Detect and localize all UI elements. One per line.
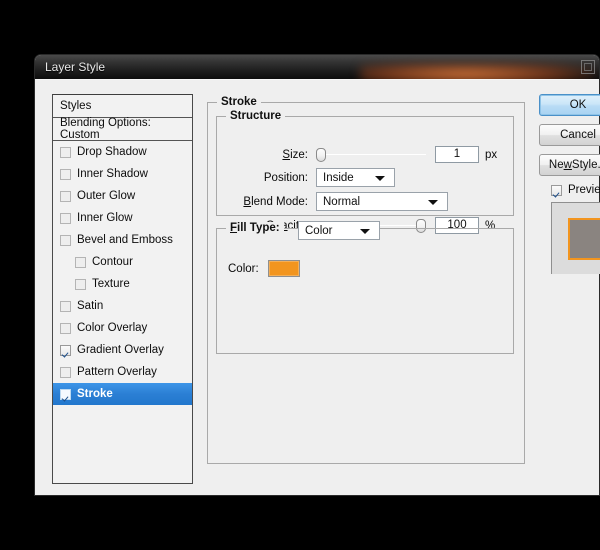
- style-item-label: Inner Shadow: [77, 168, 148, 180]
- styles-header-label: Styles: [60, 100, 92, 112]
- style-item-gradient-overlay[interactable]: Gradient Overlay: [53, 339, 192, 361]
- fill-type-group: Fill Type:: [216, 222, 514, 354]
- layer-style-dialog: Layer Style Styles Blending Options: Cus…: [34, 54, 600, 496]
- dialog-titlebar[interactable]: Layer Style: [35, 55, 599, 79]
- style-item-label: Pattern Overlay: [77, 366, 157, 378]
- style-item-bevel-and-emboss[interactable]: Bevel and Emboss: [53, 229, 192, 251]
- style-item-checkbox[interactable]: [60, 388, 71, 400]
- preview-toggle-row[interactable]: Preview: [551, 184, 600, 196]
- style-item-color-overlay[interactable]: Color Overlay: [53, 317, 192, 339]
- fill-type-dropdown-value: Color: [305, 224, 333, 237]
- blend-mode-row: Blend Mode: Normal: [216, 192, 514, 211]
- style-item-checkbox[interactable]: [60, 190, 71, 202]
- style-item-checkbox[interactable]: [75, 278, 86, 290]
- style-item-contour[interactable]: Contour: [53, 251, 192, 273]
- style-item-label: Drop Shadow: [77, 146, 147, 158]
- size-slider[interactable]: [316, 147, 426, 162]
- style-item-checkbox[interactable]: [60, 212, 71, 224]
- stroke-group-label: Stroke: [217, 96, 261, 108]
- style-item-texture[interactable]: Texture: [53, 273, 192, 295]
- style-item-label: Texture: [92, 278, 130, 290]
- fill-type-group-label: Fill Type:: [226, 222, 284, 234]
- style-item-inner-shadow[interactable]: Inner Shadow: [53, 163, 192, 185]
- blend-mode-label: Blend Mode:: [243, 195, 308, 208]
- size-slider-track: [316, 153, 426, 155]
- style-item-drop-shadow[interactable]: Drop Shadow: [53, 141, 192, 163]
- position-dropdown-value: Inside: [323, 171, 354, 184]
- size-input[interactable]: 1: [435, 146, 479, 163]
- structure-group-label: Structure: [226, 110, 286, 122]
- style-item-outer-glow[interactable]: Outer Glow: [53, 185, 192, 207]
- style-item-pattern-overlay[interactable]: Pattern Overlay: [53, 361, 192, 383]
- styles-list-panel[interactable]: Styles Blending Options: Custom Drop Sha…: [52, 94, 193, 484]
- fill-type-row: Color: [298, 221, 380, 240]
- restore-icon[interactable]: [581, 60, 595, 74]
- style-item-label: Satin: [77, 300, 104, 312]
- styles-list-header-blending[interactable]: Blending Options: Custom: [53, 117, 192, 141]
- style-item-checkbox[interactable]: [75, 256, 86, 268]
- blend-mode-dropdown[interactable]: Normal: [316, 192, 448, 211]
- style-item-checkbox[interactable]: [60, 322, 71, 334]
- position-row: Position: Inside: [216, 168, 514, 187]
- styles-list-items: Drop Shadow Inner Shadow Outer Glow Inner G…: [53, 141, 192, 405]
- chevron-down-icon: [428, 200, 438, 205]
- color-label: Color:: [228, 262, 259, 275]
- color-swatch-button[interactable]: [267, 260, 300, 277]
- style-item-label: Inner Glow: [77, 212, 133, 224]
- effect-preview-thumbnail: [551, 202, 600, 274]
- new-style-button[interactable]: New Style...: [539, 154, 600, 176]
- blend-mode-dropdown-value: Normal: [323, 195, 361, 208]
- style-item-checkbox[interactable]: [60, 366, 71, 378]
- cancel-button[interactable]: Cancel: [539, 124, 600, 146]
- position-dropdown[interactable]: Inside: [316, 168, 395, 187]
- size-unit-label: px: [485, 148, 498, 161]
- style-item-label: Color Overlay: [77, 322, 148, 334]
- style-item-checkbox[interactable]: [60, 168, 71, 180]
- ok-button[interactable]: OK: [539, 94, 600, 116]
- size-row: Size: 1 px: [216, 146, 514, 163]
- effect-options-panel: Stroke Structure Size: 1 px Position: In…: [207, 94, 525, 484]
- style-item-label: Outer Glow: [77, 190, 136, 202]
- styles-list-header-styles[interactable]: Styles: [53, 95, 192, 118]
- style-item-checkbox[interactable]: [60, 300, 71, 312]
- chevron-down-icon: [360, 229, 370, 234]
- style-item-checkbox[interactable]: [60, 344, 71, 356]
- blending-options-label: Blending Options: Custom: [60, 117, 151, 141]
- style-item-label: Stroke: [77, 388, 113, 400]
- style-item-inner-glow[interactable]: Inner Glow: [53, 207, 192, 229]
- color-row: Color:: [228, 260, 300, 277]
- style-item-stroke[interactable]: Stroke: [53, 383, 192, 405]
- dialog-title: Layer Style: [45, 60, 106, 74]
- style-item-checkbox[interactable]: [60, 146, 71, 158]
- dialog-button-column: OK Cancel New Style... Preview: [539, 94, 600, 274]
- fill-type-dropdown[interactable]: Color: [298, 221, 380, 240]
- size-slider-thumb[interactable]: [316, 147, 326, 162]
- preview-shape: [568, 218, 600, 260]
- style-item-label: Contour: [92, 256, 133, 268]
- style-item-satin[interactable]: Satin: [53, 295, 192, 317]
- preview-label: Preview: [568, 184, 600, 196]
- style-item-label: Bevel and Emboss: [77, 234, 173, 246]
- dialog-body: Styles Blending Options: Custom Drop Sha…: [35, 79, 600, 495]
- position-label: Position:: [263, 171, 308, 184]
- chevron-down-icon: [375, 176, 385, 181]
- preview-checkbox[interactable]: [551, 184, 562, 196]
- style-item-checkbox[interactable]: [60, 234, 71, 246]
- size-label: Size:: [282, 148, 308, 161]
- style-item-label: Gradient Overlay: [77, 344, 164, 356]
